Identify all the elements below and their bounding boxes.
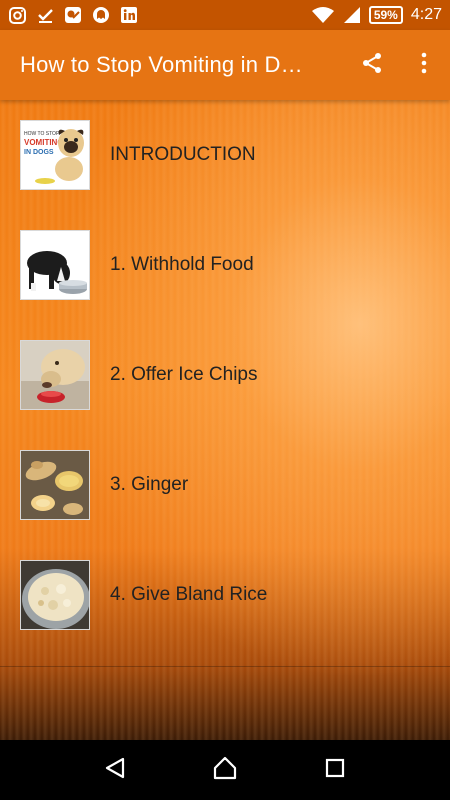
ginger-root-thumbnail [20,450,90,520]
rice-bowl-thumbnail [20,560,90,630]
recents-icon [325,758,345,783]
signal-icon [343,6,361,24]
intro-dog-thumbnail: HOW TO STOP VOMITING IN DOGS [20,120,90,190]
more-vert-icon [421,52,427,79]
instagram-icon [8,6,26,24]
battery-level: 59% [373,8,398,22]
system-indicators: 59% 4:27 [311,6,442,24]
list-item-give-bland-rice[interactable]: 4. Give Bland Rice [0,540,450,650]
dog-ice-chips-thumbnail [20,340,90,410]
page-title: How to Stop Vomiting in D… [20,52,303,77]
thumb-text-line2: VOMITING [24,138,64,147]
list-item-withhold-food[interactable]: 1. Withhold Food [0,210,450,320]
linkedin-icon [120,6,138,24]
list-item-label: 2. Offer Ice Chips [110,364,258,385]
list-item-ginger[interactable]: 3. Ginger [0,430,450,540]
list-item-label: 1. Withhold Food [110,254,254,275]
list-item-label: 3. Ginger [110,474,189,495]
back-icon [104,757,126,784]
download-done-icon [36,6,54,24]
list-item-label: 4. Give Bland Rice [110,584,268,605]
overflow-menu-button[interactable] [398,30,450,100]
status-bar: 59% 4:27 [0,0,450,30]
recents-button[interactable] [315,750,355,790]
list-divider [0,666,450,667]
share-icon [360,51,384,80]
navigation-bar [0,740,450,800]
home-button[interactable] [205,750,245,790]
thumb-text-line3: IN DOGS [24,149,54,156]
back-button[interactable] [95,750,135,790]
share-button[interactable] [346,30,398,100]
dog-eating-bowl-thumbnail [20,230,90,300]
ghost-icon [92,6,110,24]
list-item-offer-ice-chips[interactable]: 2. Offer Ice Chips [0,320,450,430]
home-icon [213,756,237,785]
app-icon [64,6,82,24]
list-item-introduction[interactable]: HOW TO STOP VOMITING IN DOGS INTRODUCTIO… [0,100,450,210]
topic-list: HOW TO STOP VOMITING IN DOGS INTRODUCTIO… [0,100,450,740]
list-item-label: INTRODUCTION [110,144,256,165]
notification-icons [8,6,138,24]
battery-icon: 59% [368,6,403,24]
app-bar-actions [346,30,450,100]
clock: 4:27 [410,6,442,23]
app-bar: How to Stop Vomiting in D… [0,30,450,100]
thumb-text-line1: HOW TO STOP [24,131,60,137]
wifi-icon [311,6,335,24]
